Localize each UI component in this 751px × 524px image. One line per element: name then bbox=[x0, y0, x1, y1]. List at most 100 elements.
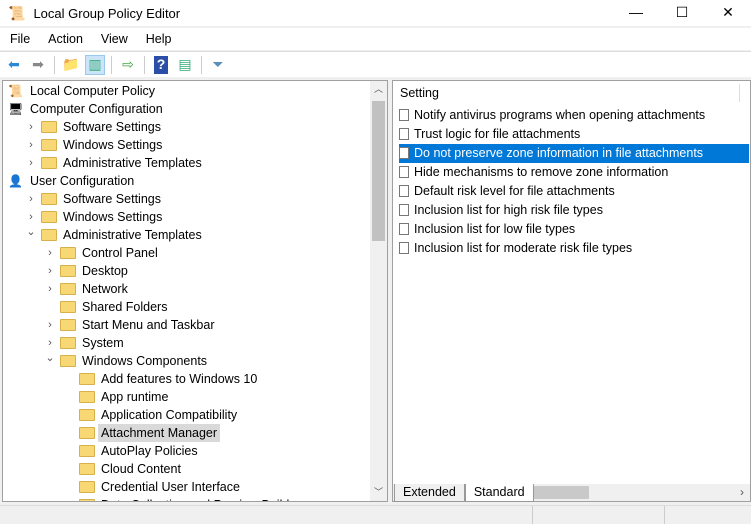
tree-item-label: Attachment Manager bbox=[98, 424, 221, 442]
menu-file[interactable]: File bbox=[0, 32, 38, 46]
tree-item[interactable]: AutoPlay Policies bbox=[3, 442, 373, 460]
up-folder-icon[interactable]: 📁 bbox=[61, 55, 81, 75]
tree-item[interactable]: Attachment Manager bbox=[3, 424, 373, 442]
tree-item[interactable]: › Software Settings bbox=[3, 118, 373, 136]
tree-item[interactable]: › Start Menu and Taskbar bbox=[3, 316, 373, 334]
chevron-right-icon[interactable]: › bbox=[44, 244, 56, 262]
folder-icon bbox=[79, 499, 95, 501]
tree-item[interactable]: ⌄ Windows Components bbox=[3, 352, 373, 370]
tree-item[interactable]: App runtime bbox=[3, 388, 373, 406]
tree-item-label: Application Compatibility bbox=[101, 408, 238, 422]
setting-row[interactable]: Notify antivirus programs when opening a… bbox=[399, 106, 749, 125]
tree-item[interactable]: ⌄ 👤 User Configuration bbox=[3, 172, 373, 190]
setting-label: Inclusion list for high risk file types bbox=[414, 203, 603, 217]
tree-item-label: Administrative Templates bbox=[63, 228, 202, 242]
tree-item-label: User Configuration bbox=[30, 174, 135, 188]
policy-setting-icon bbox=[399, 128, 409, 140]
chevron-right-icon[interactable]: › bbox=[25, 154, 37, 172]
setting-row[interactable]: Inclusion list for moderate risk file ty… bbox=[399, 239, 749, 258]
tab-standard[interactable]: Standard bbox=[464, 484, 534, 502]
tree-item-label: Software Settings bbox=[63, 120, 161, 134]
tree-item[interactable]: › Windows Settings bbox=[3, 136, 373, 154]
menu-help[interactable]: Help bbox=[136, 32, 180, 46]
tree-item[interactable]: ⌄ 🖥 Computer Configuration bbox=[3, 100, 373, 118]
setting-row[interactable]: Inclusion list for high risk file types bbox=[399, 201, 749, 220]
tree-item-label: Local Computer Policy bbox=[30, 84, 156, 98]
tab-extended[interactable]: Extended bbox=[394, 484, 465, 502]
folder-icon bbox=[41, 211, 57, 223]
tree-item[interactable]: Credential User Interface bbox=[3, 478, 373, 496]
tree-vertical-scrollbar[interactable]: ︿ ﹀ bbox=[370, 81, 387, 501]
help-icon[interactable]: ? bbox=[151, 55, 171, 75]
folder-icon bbox=[79, 409, 95, 421]
tree-item[interactable]: › Control Panel bbox=[3, 244, 373, 262]
show-hide-tree-icon[interactable]: ▥ bbox=[85, 54, 105, 75]
minimize-button[interactable]: — bbox=[613, 0, 659, 26]
setting-row[interactable]: Default risk level for file attachments bbox=[399, 182, 749, 201]
toolbar-divider bbox=[201, 55, 202, 74]
folder-icon bbox=[60, 247, 76, 259]
chevron-right-icon[interactable]: › bbox=[25, 136, 37, 154]
tree-item-label: Network bbox=[82, 282, 128, 296]
tree-item[interactable]: › Administrative Templates bbox=[3, 154, 373, 172]
tree-item[interactable]: Data Collection and Preview Builds bbox=[3, 496, 373, 501]
policy-setting-icon bbox=[399, 204, 409, 216]
tree-item-label: Data Collection and Preview Builds bbox=[98, 496, 299, 501]
chevron-right-icon[interactable]: › bbox=[25, 118, 37, 136]
tree-item[interactable]: Cloud Content bbox=[3, 460, 373, 478]
policy-setting-icon bbox=[399, 223, 409, 235]
setting-label: Hide mechanisms to remove zone informati… bbox=[414, 165, 669, 179]
policy-setting-icon bbox=[399, 109, 409, 121]
tree-item[interactable]: › Desktop bbox=[3, 262, 373, 280]
tree-item[interactable]: › Network bbox=[3, 280, 373, 298]
close-button[interactable]: ✕ bbox=[705, 0, 751, 26]
chevron-right-icon[interactable]: › bbox=[44, 280, 56, 298]
chevron-down-icon[interactable]: ⌄ bbox=[3, 169, 4, 187]
policy-setting-icon bbox=[399, 242, 409, 254]
chevron-right-icon[interactable]: › bbox=[44, 316, 56, 334]
back-icon[interactable]: ⬅ bbox=[4, 55, 24, 75]
tree-item[interactable]: › Windows Settings bbox=[3, 208, 373, 226]
folder-icon bbox=[60, 337, 76, 349]
filter-icon[interactable]: ⏷ bbox=[208, 55, 228, 75]
setting-row[interactable]: Trust logic for file attachments bbox=[399, 125, 749, 144]
menu-view[interactable]: View bbox=[91, 32, 136, 46]
setting-row[interactable]: Do not preserve zone information in file… bbox=[399, 144, 749, 163]
chevron-down-icon[interactable]: ⌄ bbox=[44, 349, 56, 367]
title-bar: 📜 Local Group Policy Editor — ☐ ✕ bbox=[0, 0, 751, 26]
chevron-right-icon[interactable]: › bbox=[44, 262, 56, 280]
chevron-down-icon[interactable]: ⌄ bbox=[25, 223, 37, 241]
chevron-right-icon[interactable]: › bbox=[25, 190, 37, 208]
show-action-pane-icon[interactable]: ▤ bbox=[175, 55, 195, 75]
folder-icon bbox=[41, 139, 57, 151]
tree-item[interactable]: › System bbox=[3, 334, 373, 352]
setting-label: Inclusion list for moderate risk file ty… bbox=[414, 241, 633, 255]
folder-icon bbox=[41, 157, 57, 169]
scroll-right-icon[interactable]: › bbox=[740, 485, 744, 499]
forward-icon[interactable]: ➡ bbox=[28, 55, 48, 75]
scroll-down-icon[interactable]: ﹀ bbox=[370, 484, 387, 501]
setting-row[interactable]: Hide mechanisms to remove zone informati… bbox=[399, 163, 749, 182]
folder-icon bbox=[60, 301, 76, 313]
column-header-setting[interactable]: Setting bbox=[400, 86, 439, 100]
tree-item[interactable]: Shared Folders bbox=[3, 298, 373, 316]
tree-item-label: Software Settings bbox=[63, 192, 161, 206]
setting-row[interactable]: Inclusion list for low file types bbox=[399, 220, 749, 239]
tree-item-label: Computer Configuration bbox=[30, 102, 163, 116]
tree-item[interactable]: Add features to Windows 10 bbox=[3, 370, 373, 388]
tree-item[interactable]: ⌄ Administrative Templates bbox=[3, 226, 373, 244]
chevron-down-icon[interactable]: ⌄ bbox=[3, 97, 4, 115]
status-bar bbox=[0, 505, 751, 524]
tree-item[interactable]: Application Compatibility bbox=[3, 406, 373, 424]
tree-item[interactable]: 📜 Local Computer Policy bbox=[3, 82, 373, 100]
tree-item-label: AutoPlay Policies bbox=[101, 444, 198, 458]
scroll-up-icon[interactable]: ︿ bbox=[370, 81, 387, 98]
menu-action[interactable]: Action bbox=[38, 32, 91, 46]
export-list-icon[interactable]: ⇨ bbox=[118, 55, 138, 75]
tree-item[interactable]: › Software Settings bbox=[3, 190, 373, 208]
toolbar-divider bbox=[54, 55, 55, 74]
maximize-button[interactable]: ☐ bbox=[659, 0, 705, 26]
user-icon: 👤 bbox=[8, 174, 23, 188]
scrollbar-thumb[interactable] bbox=[372, 101, 385, 241]
tree-item-label: Windows Settings bbox=[63, 210, 163, 224]
